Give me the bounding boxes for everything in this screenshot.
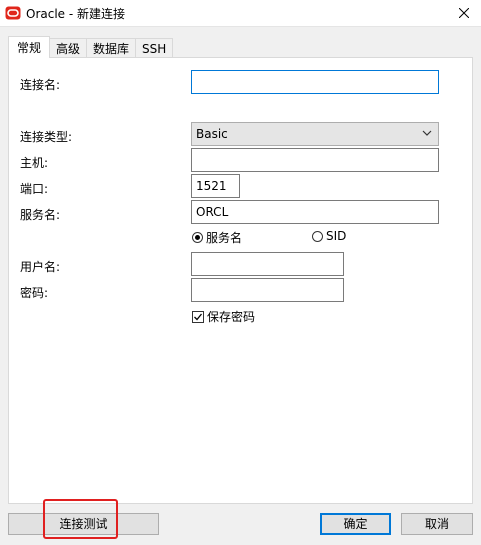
tab-ssh[interactable]: SSH bbox=[135, 38, 174, 58]
service-name-label: 服务名: bbox=[20, 208, 61, 222]
radio-sid[interactable]: SID bbox=[312, 229, 346, 243]
host-input[interactable] bbox=[191, 148, 439, 172]
oracle-logo-icon bbox=[5, 6, 21, 20]
tab-database[interactable]: 数据库 bbox=[86, 38, 137, 58]
password-input[interactable] bbox=[191, 278, 344, 302]
host-label: 主机: bbox=[20, 156, 49, 170]
radio-selected-icon bbox=[192, 232, 203, 243]
window-title: Oracle - 新建连接 bbox=[26, 7, 126, 21]
radio-unselected-icon bbox=[312, 230, 323, 242]
connection-name-label: 连接名: bbox=[20, 78, 61, 92]
radio-service-name-label: 服务名 bbox=[206, 231, 243, 245]
save-password-label: 保存密码 bbox=[207, 310, 256, 324]
port-label: 端口: bbox=[20, 182, 49, 196]
general-panel: 连接名: 连接类型: Basic 主机: 端口: 1521 服务名: ORCL … bbox=[8, 57, 473, 504]
port-input[interactable]: 1521 bbox=[191, 174, 240, 198]
save-password-checkbox[interactable]: 保存密码 bbox=[192, 308, 255, 325]
connection-type-label: 连接类型: bbox=[20, 130, 73, 144]
connection-type-select[interactable]: Basic bbox=[191, 122, 439, 146]
radio-sid-label: SID bbox=[326, 229, 347, 243]
close-button[interactable] bbox=[447, 0, 481, 26]
ok-button[interactable]: 确定 bbox=[320, 513, 391, 535]
chevron-down-icon bbox=[422, 130, 432, 136]
tab-strip: 常规 高级 数据库 SSH bbox=[8, 36, 174, 58]
annotation-highlight-box bbox=[43, 499, 118, 539]
title-bar: Oracle - 新建连接 bbox=[0, 0, 481, 27]
connection-name-input[interactable] bbox=[191, 70, 439, 94]
checkbox-checked-icon bbox=[192, 310, 204, 323]
password-label: 密码: bbox=[20, 286, 49, 300]
service-name-input[interactable]: ORCL bbox=[191, 200, 439, 224]
username-input[interactable] bbox=[191, 252, 344, 276]
radio-service-name[interactable]: 服务名 bbox=[192, 229, 242, 246]
username-label: 用户名: bbox=[20, 260, 61, 274]
tab-advanced[interactable]: 高级 bbox=[49, 38, 88, 58]
connection-type-value: Basic bbox=[196, 127, 228, 141]
cancel-button[interactable]: 取消 bbox=[401, 513, 473, 535]
checkmark-icon bbox=[194, 313, 203, 320]
tab-general[interactable]: 常规 bbox=[8, 36, 51, 58]
close-icon bbox=[459, 8, 469, 18]
